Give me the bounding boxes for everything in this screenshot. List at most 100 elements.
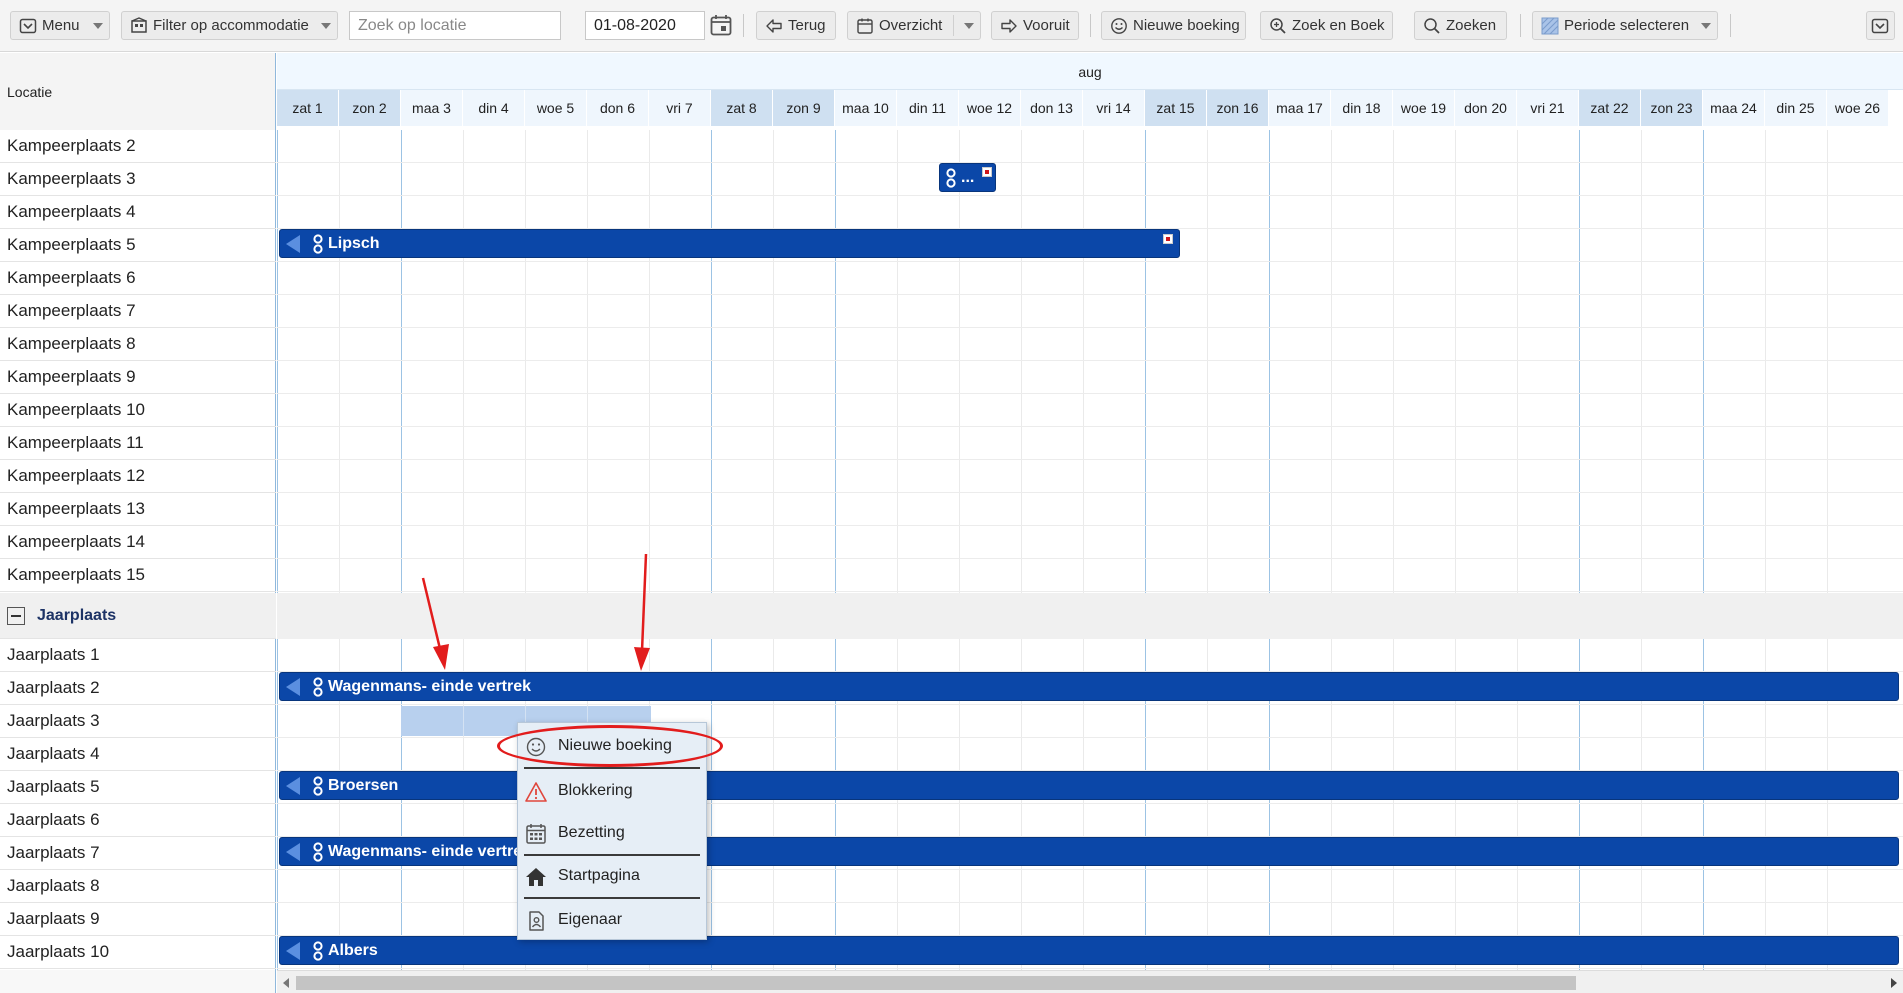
day-header[interactable]: maa 24 <box>1703 90 1765 126</box>
day-header[interactable]: din 4 <box>463 90 525 126</box>
location-row[interactable]: Kampeerplaats 15 <box>0 559 276 592</box>
day-header[interactable]: don 6 <box>587 90 649 126</box>
guests-icon <box>945 167 957 189</box>
location-label: Jaarplaats 7 <box>7 843 100 862</box>
location-row[interactable]: Kampeerplaats 8 <box>0 328 276 361</box>
day-header[interactable]: din 11 <box>897 90 959 126</box>
location-label: Kampeerplaats 13 <box>7 499 145 518</box>
location-row[interactable]: Jaarplaats 4 <box>0 738 276 771</box>
location-row[interactable]: Jaarplaats 9 <box>0 903 276 936</box>
menu-button[interactable]: Menu <box>10 11 110 40</box>
location-row[interactable]: Kampeerplaats 6 <box>0 262 276 295</box>
guests-icon <box>312 841 324 863</box>
day-header[interactable]: vri 21 <box>1517 90 1579 126</box>
booking-bar-small[interactable]: ... <box>939 163 996 192</box>
location-row[interactable]: Kampeerplaats 3 <box>0 163 276 196</box>
menu-item-blocking[interactable]: Blokkering <box>518 770 708 812</box>
location-label: Kampeerplaats 14 <box>7 532 145 551</box>
day-header[interactable]: zat 1 <box>277 90 339 126</box>
split-divider <box>953 15 954 36</box>
search-and-book-button[interactable]: Zoek en Boek <box>1260 11 1393 40</box>
grid-row-line <box>277 294 1903 295</box>
location-row[interactable]: Jaarplaats 7 <box>0 837 276 870</box>
location-row[interactable]: Kampeerplaats 11 <box>0 427 276 460</box>
collapse-icon[interactable] <box>7 606 25 625</box>
location-row[interactable]: Kampeerplaats 7 <box>0 295 276 328</box>
day-header[interactable]: don 20 <box>1455 90 1517 126</box>
day-header[interactable]: din 25 <box>1765 90 1827 126</box>
location-row[interactable]: Jaarplaats 8 <box>0 870 276 903</box>
day-header-row: zat 1 zon 2 maa 3 din 4 woe 5 don 6 vri … <box>277 90 1903 126</box>
day-header[interactable]: zon 23 <box>1641 90 1703 126</box>
day-header[interactable]: woe 12 <box>959 90 1021 126</box>
forward-button[interactable]: Vooruit <box>991 11 1079 40</box>
guests-icon <box>312 940 324 962</box>
location-row[interactable]: Kampeerplaats 13 <box>0 493 276 526</box>
location-row[interactable]: Kampeerplaats 12 <box>0 460 276 493</box>
day-header[interactable]: maa 3 <box>401 90 463 126</box>
day-header[interactable]: woe 5 <box>525 90 587 126</box>
booking-label: Wagenmans- einde vertrek <box>328 842 532 860</box>
scroll-right-icon[interactable] <box>1891 978 1897 988</box>
location-row[interactable]: Jaarplaats 5 <box>0 771 276 804</box>
location-label: Jaarplaats 9 <box>7 909 100 928</box>
location-row[interactable]: Kampeerplaats 14 <box>0 526 276 559</box>
location-header-label: Locatie <box>7 84 53 100</box>
date-input[interactable] <box>585 11 705 40</box>
booking-label: Broersen <box>328 776 399 794</box>
arrow-right-icon <box>1000 17 1018 35</box>
period-select-button[interactable]: Periode selecteren <box>1532 11 1718 40</box>
day-header[interactable]: maa 17 <box>1269 90 1331 126</box>
location-row[interactable]: Jaarplaats 3 <box>0 705 276 738</box>
location-row[interactable]: Kampeerplaats 5 <box>0 229 276 262</box>
search-button[interactable]: Zoeken <box>1414 11 1507 40</box>
new-booking-button[interactable]: Nieuwe boeking <box>1101 11 1246 40</box>
booking-bar-wagenmans[interactable]: Wagenmans- einde vertrek <box>279 672 1899 701</box>
location-row[interactable]: Kampeerplaats 9 <box>0 361 276 394</box>
day-header[interactable]: vri 14 <box>1083 90 1145 126</box>
day-header[interactable]: zon 2 <box>339 90 401 126</box>
menu-separator <box>524 767 700 769</box>
scroll-left-icon[interactable] <box>283 978 289 988</box>
scrollbar-thumb[interactable] <box>296 976 1576 990</box>
location-row[interactable]: Jaarplaats 10 <box>0 936 276 969</box>
menu-item-owner[interactable]: Eigenaar <box>518 899 708 941</box>
day-header[interactable]: zat 22 <box>1579 90 1641 126</box>
day-header[interactable]: zat 8 <box>711 90 773 126</box>
day-header[interactable]: zon 9 <box>773 90 835 126</box>
back-button[interactable]: Terug <box>756 11 836 40</box>
location-label: Jaarplaats 4 <box>7 744 100 763</box>
horizontal-scrollbar[interactable] <box>277 970 1903 993</box>
search-and-book-label: Zoek en Boek <box>1292 17 1385 34</box>
location-row[interactable]: Kampeerplaats 4 <box>0 196 276 229</box>
location-row[interactable]: Jaarplaats 1 <box>0 639 276 672</box>
group-header-jaarplaats[interactable]: Jaarplaats <box>0 593 276 639</box>
overview-button[interactable]: Overzicht <box>847 11 981 40</box>
group-label: Jaarplaats <box>37 606 117 624</box>
day-header[interactable]: din 18 <box>1331 90 1393 126</box>
location-label: Kampeerplaats 9 <box>7 367 136 386</box>
grid-row-line <box>277 525 1903 526</box>
menu-item-occupancy[interactable]: Bezetting <box>518 812 708 854</box>
grid-row-line <box>277 968 1903 969</box>
day-header[interactable]: don 13 <box>1021 90 1083 126</box>
menu-label: Menu <box>42 17 80 34</box>
day-header[interactable]: maa 10 <box>835 90 897 126</box>
location-row[interactable]: Jaarplaats 2 <box>0 672 276 705</box>
menu-item-home[interactable]: Startpagina <box>518 855 708 897</box>
day-header[interactable]: zon 16 <box>1207 90 1269 126</box>
filter-accommodation-button[interactable]: Filter op accommodatie <box>121 11 338 40</box>
location-label: Kampeerplaats 6 <box>7 268 136 287</box>
booking-label: Wagenmans- einde vertrek <box>328 677 532 695</box>
day-header[interactable]: vri 7 <box>649 90 711 126</box>
booking-bar-lipsch[interactable]: Lipsch <box>279 229 1180 258</box>
day-header[interactable]: zat 15 <box>1145 90 1207 126</box>
location-row[interactable]: Kampeerplaats 10 <box>0 394 276 427</box>
calendar-icon[interactable] <box>709 13 733 37</box>
day-header[interactable]: woe 19 <box>1393 90 1455 126</box>
day-header[interactable]: woe 26 <box>1827 90 1889 126</box>
location-search-input[interactable] <box>349 11 561 40</box>
expand-menu-button[interactable] <box>1866 11 1895 40</box>
location-row[interactable]: Jaarplaats 6 <box>0 804 276 837</box>
location-row[interactable]: Kampeerplaats 2 <box>0 130 276 163</box>
